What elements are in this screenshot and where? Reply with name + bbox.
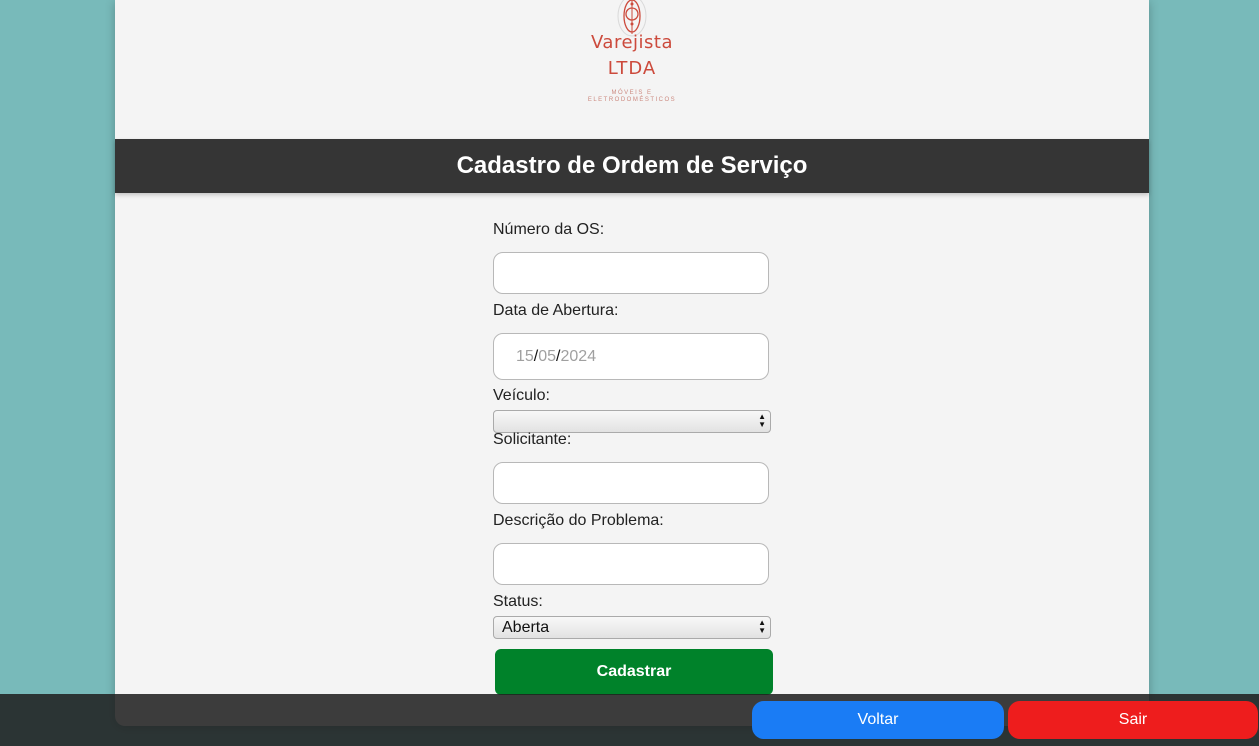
status-label: Status: [493,593,543,610]
cadastrar-button[interactable]: Cadastrar [495,649,773,695]
veiculo-label: Veículo: [493,387,550,404]
sair-button[interactable]: Sair [1008,701,1258,739]
select-arrows-icon: ▲ ▼ [758,618,766,635]
numero-os-label: Número da OS: [493,221,605,238]
numero-os-input[interactable] [493,252,769,294]
brand-tagline-line2: ELETRODOMÉSTICOS [587,97,677,103]
date-month: 05 [538,348,557,365]
descricao-label: Descrição do Problema: [493,512,664,529]
date-year: 2024 [560,348,597,365]
select-arrows-icon: ▲ ▼ [758,412,766,429]
veiculo-select[interactable]: ▲ ▼ [493,410,771,433]
date-value: 15/05/2024 [516,348,596,366]
brand-logo: Varejista LTDA MÓVEIS E ELETRODOMÉSTICOS [575,0,689,110]
brand-tagline: MÓVEIS E ELETRODOMÉSTICOS [575,90,689,104]
data-abertura-label: Data de Abertura: [493,302,619,319]
status-value: Aberta [502,619,550,636]
data-abertura-input[interactable]: 15/05/2024 [493,333,769,380]
form-panel: Varejista LTDA MÓVEIS E ELETRODOMÉSTICOS… [115,0,1149,726]
brand-name: Varejista [591,32,673,53]
status-select[interactable]: Aberta ▲ ▼ [493,616,771,639]
voltar-button[interactable]: Voltar [752,701,1004,739]
solicitante-input[interactable] [493,462,769,504]
brand-tagline-line1: MÓVEIS E [611,90,653,96]
descricao-input[interactable] [493,543,769,585]
brand-suffix: LTDA [607,58,657,79]
solicitante-label: Solicitante: [493,431,572,448]
footer-bar: Voltar Sair [0,694,1259,746]
page-title: Cadastro de Ordem de Serviço [115,139,1149,193]
date-day: 15 [516,348,534,365]
